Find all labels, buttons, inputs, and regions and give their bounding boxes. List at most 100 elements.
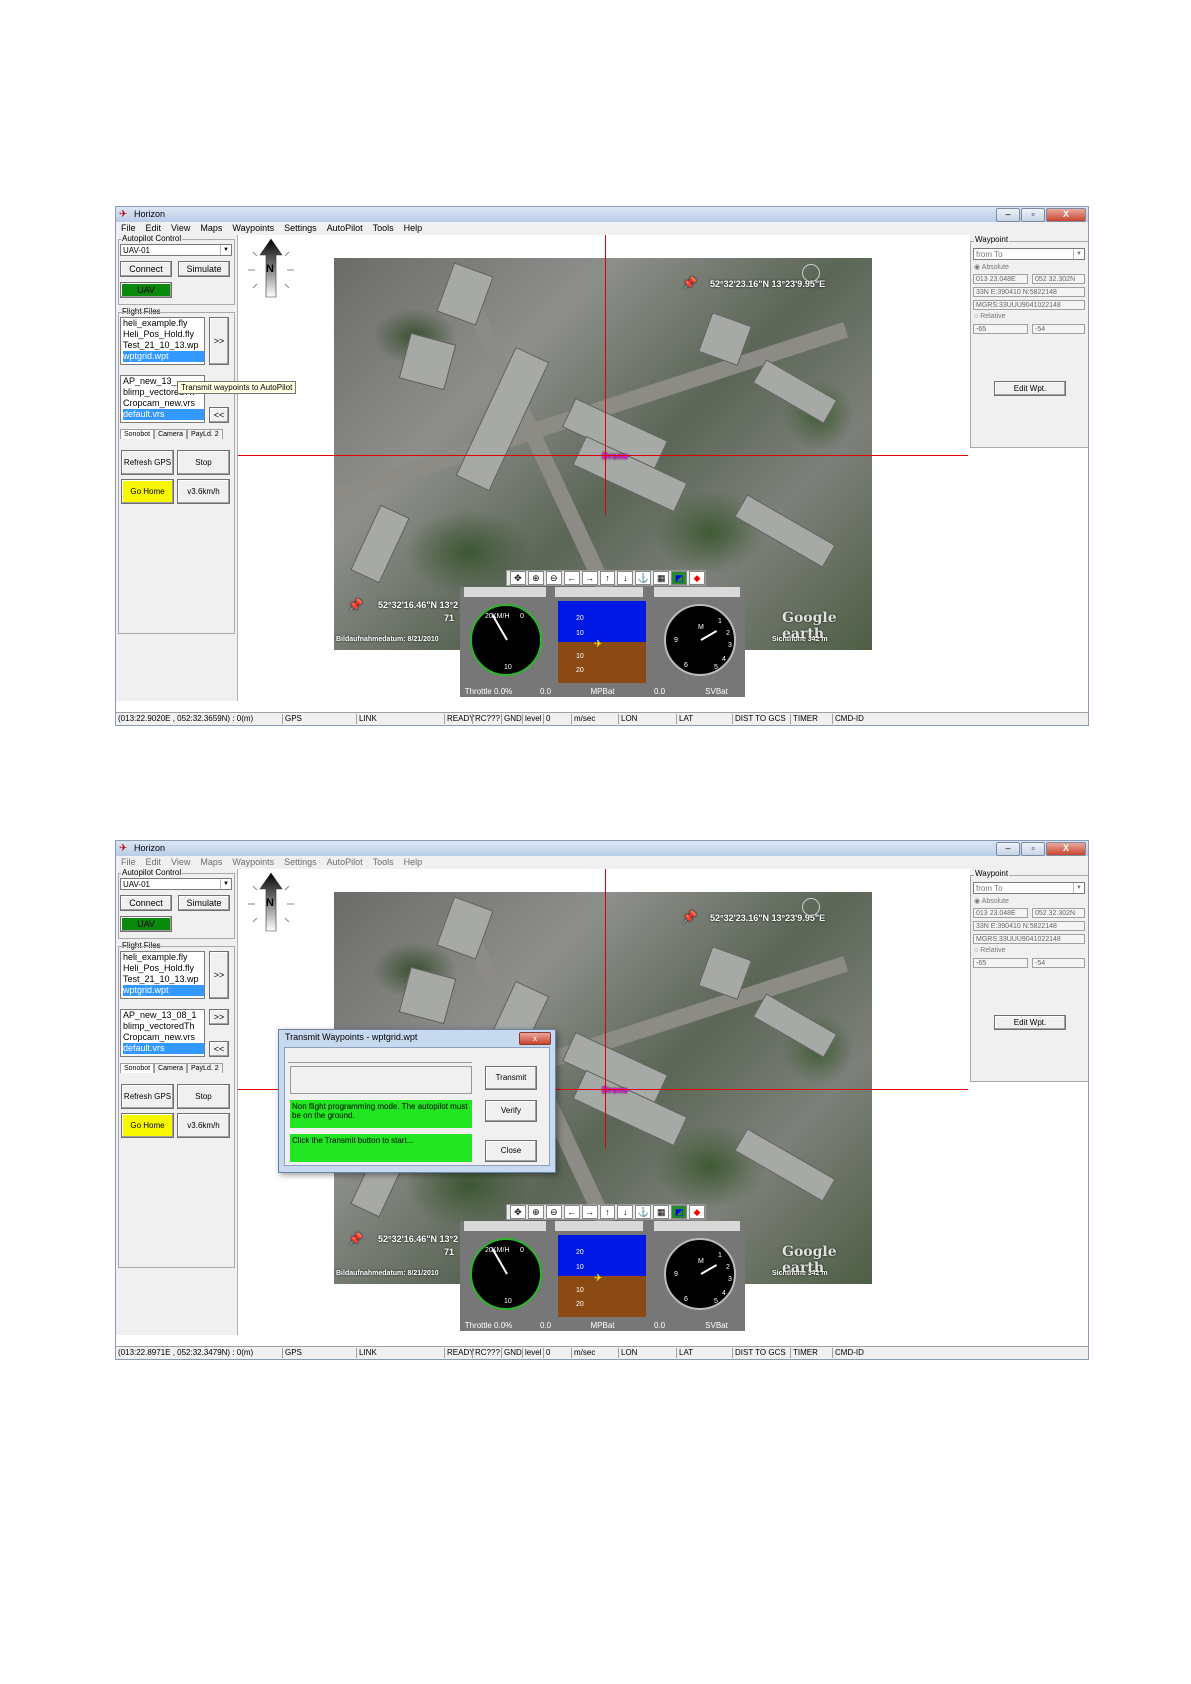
map-nav-control[interactable] bbox=[802, 898, 820, 916]
relative-radio[interactable]: ○ Relative bbox=[974, 947, 1005, 954]
latitude-field[interactable]: 052 32.302N bbox=[1032, 908, 1085, 918]
chevron-down-icon[interactable]: ▼ bbox=[220, 245, 231, 255]
uav-button[interactable]: UAV bbox=[120, 282, 172, 298]
menu-maps[interactable]: Maps bbox=[200, 222, 222, 235]
center-icon[interactable]: ✥ bbox=[510, 1205, 526, 1219]
zoom-out-icon[interactable]: ⊖ bbox=[545, 571, 562, 585]
arrow-up-icon[interactable]: ↑ bbox=[599, 1205, 616, 1219]
zoom-out-icon[interactable]: ⊖ bbox=[545, 1205, 562, 1219]
arrow-left-icon[interactable]: ← bbox=[563, 1205, 580, 1219]
forward-button[interactable]: >> bbox=[209, 317, 229, 365]
edit-waypoint-button[interactable]: Edit Wpt. bbox=[994, 381, 1066, 396]
from-to-select[interactable]: from To ▼ bbox=[973, 882, 1085, 894]
refresh-gps-button[interactable]: Refresh GPS bbox=[121, 450, 174, 475]
arrow-right-icon[interactable]: → bbox=[581, 1205, 598, 1219]
menu-autopilot[interactable]: AutoPilot bbox=[327, 856, 363, 869]
list-item[interactable]: Test_21_10_13.wp bbox=[123, 340, 204, 351]
marker-icon[interactable]: ◆ bbox=[689, 1205, 705, 1219]
menu-autopilot[interactable]: AutoPilot bbox=[327, 222, 363, 235]
uav-select[interactable]: UAV-01 ▼ bbox=[120, 244, 232, 256]
list-item[interactable]: heli_example.fly bbox=[123, 318, 204, 329]
minimize-button[interactable]: – bbox=[996, 208, 1020, 222]
relative-b-field[interactable]: -54 bbox=[1032, 958, 1085, 968]
longitude-field[interactable]: 013 23.048E bbox=[973, 274, 1028, 284]
stop-button[interactable]: Stop bbox=[177, 1084, 230, 1109]
edit-waypoint-button[interactable]: Edit Wpt. bbox=[994, 1015, 1066, 1030]
go-home-button[interactable]: Go Home bbox=[121, 479, 174, 504]
arrow-left-icon[interactable]: ← bbox=[563, 571, 580, 585]
menu-waypoints[interactable]: Waypoints bbox=[232, 856, 274, 869]
center-icon[interactable]: ✥ bbox=[510, 571, 526, 585]
connect-button[interactable]: Connect bbox=[120, 895, 172, 911]
utm-field[interactable]: 33N E:390410 N:5822148 bbox=[973, 921, 1085, 931]
waypoint-tool-icon[interactable]: ⚓ bbox=[635, 1205, 652, 1219]
relative-a-field[interactable]: -65 bbox=[973, 324, 1028, 334]
absolute-radio[interactable]: ◉ Absolute bbox=[974, 897, 1009, 905]
tab-camera[interactable]: Camera bbox=[154, 429, 187, 439]
uav-button[interactable]: UAV bbox=[120, 916, 172, 932]
list-item-selected[interactable]: wptgrid.wpt bbox=[123, 351, 204, 362]
dialog-close-icon[interactable]: x bbox=[519, 1032, 551, 1045]
relative-b-field[interactable]: -54 bbox=[1032, 324, 1085, 334]
tab-sonobot[interactable]: Sonobot bbox=[120, 1063, 155, 1073]
tab-camera[interactable]: Camera bbox=[154, 1063, 187, 1073]
relative-radio[interactable]: ○ Relative bbox=[974, 313, 1005, 320]
close-button[interactable]: X bbox=[1046, 208, 1086, 222]
zoom-in-icon[interactable]: ⊕ bbox=[527, 1205, 544, 1219]
verify-button[interactable]: Verify bbox=[485, 1100, 537, 1122]
arrow-down-icon[interactable]: ↓ bbox=[617, 571, 634, 585]
speed-button[interactable]: v3.6km/h bbox=[177, 479, 230, 504]
chevron-down-icon[interactable]: ▼ bbox=[1073, 249, 1084, 259]
menu-maps[interactable]: Maps bbox=[200, 856, 222, 869]
layer-icon[interactable]: ◩ bbox=[671, 571, 688, 585]
tab-payload[interactable]: PayLd. 2 bbox=[187, 1063, 223, 1073]
stop-button[interactable]: Stop bbox=[177, 450, 230, 475]
list-item[interactable]: Heli_Pos_Hold.fly bbox=[123, 963, 204, 974]
utm-field[interactable]: 33N E:390410 N:5822148 bbox=[973, 287, 1085, 297]
menu-tools[interactable]: Tools bbox=[373, 856, 394, 869]
uav-select[interactable]: UAV-01 ▼ bbox=[120, 878, 232, 890]
list-item-selected[interactable]: default.vrs bbox=[123, 409, 204, 420]
waypoint-tool-icon[interactable]: ⚓ bbox=[635, 571, 652, 585]
back-button[interactable]: << bbox=[209, 407, 229, 423]
maximize-button[interactable]: ▫ bbox=[1021, 208, 1045, 222]
list-item[interactable]: Cropcam_new.vrs bbox=[123, 1032, 204, 1043]
grid-tool-icon[interactable]: ▦ bbox=[653, 1205, 670, 1219]
list-item[interactable]: AP_new_13_08_1 bbox=[123, 1010, 204, 1021]
maximize-button[interactable]: ▫ bbox=[1021, 842, 1045, 856]
tab-sonobot[interactable]: Sonobot bbox=[120, 429, 155, 439]
menu-waypoints[interactable]: Waypoints bbox=[232, 222, 274, 235]
list-item[interactable]: heli_example.fly bbox=[123, 952, 204, 963]
dialog-close-button[interactable]: Close bbox=[485, 1140, 537, 1162]
zoom-in-icon[interactable]: ⊕ bbox=[527, 571, 544, 585]
marker-icon[interactable]: ◆ bbox=[689, 571, 705, 585]
mgrs-field[interactable]: MGRS:33UUU9041022148 bbox=[973, 300, 1085, 310]
arrow-down-icon[interactable]: ↓ bbox=[617, 1205, 634, 1219]
latitude-field[interactable]: 052 32.302N bbox=[1032, 274, 1085, 284]
longitude-field[interactable]: 013 23.048E bbox=[973, 908, 1028, 918]
simulate-button[interactable]: Simulate bbox=[178, 895, 230, 911]
menu-help[interactable]: Help bbox=[404, 856, 423, 869]
list-item-selected[interactable]: default.vrs bbox=[123, 1043, 204, 1054]
menu-tools[interactable]: Tools bbox=[373, 222, 394, 235]
layer-icon[interactable]: ◩ bbox=[671, 1205, 688, 1219]
tab-payload[interactable]: PayLd. 2 bbox=[187, 429, 223, 439]
close-button[interactable]: X bbox=[1046, 842, 1086, 856]
flight-files-list[interactable]: heli_example.fly Heli_Pos_Hold.fly Test_… bbox=[120, 317, 205, 365]
menu-settings[interactable]: Settings bbox=[284, 856, 317, 869]
refresh-gps-button[interactable]: Refresh GPS bbox=[121, 1084, 174, 1109]
menu-settings[interactable]: Settings bbox=[284, 222, 317, 235]
list-item[interactable]: Heli_Pos_Hold.fly bbox=[123, 329, 204, 340]
arrow-right-icon[interactable]: → bbox=[581, 571, 598, 585]
arrow-up-icon[interactable]: ↑ bbox=[599, 571, 616, 585]
forward-button[interactable]: >> bbox=[209, 1009, 229, 1025]
relative-a-field[interactable]: -65 bbox=[973, 958, 1028, 968]
go-home-button[interactable]: Go Home bbox=[121, 1113, 174, 1138]
map-nav-control[interactable] bbox=[802, 264, 820, 282]
from-to-select[interactable]: from To ▼ bbox=[973, 248, 1085, 260]
forward-button[interactable]: >> bbox=[209, 951, 229, 999]
grid-tool-icon[interactable]: ▦ bbox=[653, 571, 670, 585]
menu-help[interactable]: Help bbox=[404, 222, 423, 235]
list-item[interactable]: Cropcam_new.vrs bbox=[123, 398, 204, 409]
absolute-radio[interactable]: ◉ Absolute bbox=[974, 263, 1009, 271]
